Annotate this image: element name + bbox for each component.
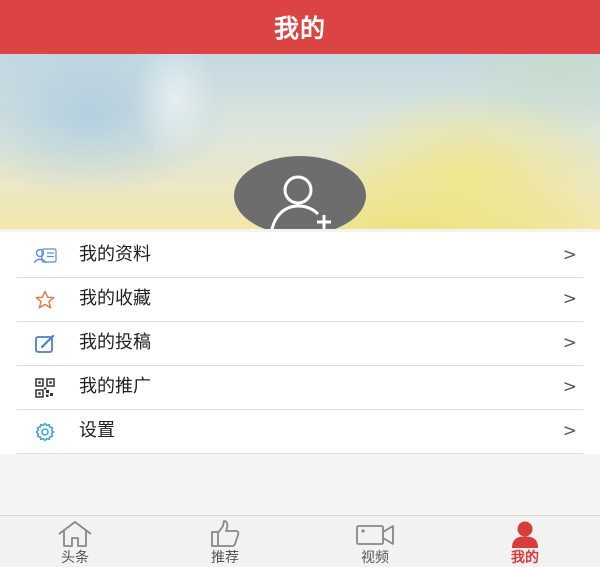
menu-item-settings[interactable]: 设置 > <box>17 410 583 454</box>
profile-card-icon <box>33 248 57 264</box>
menu-list: 我的资料 > 我的收藏 > 我的投稿 > 我的推广 > 设置 > <box>0 232 600 454</box>
bottom-tab-bar: 头条 推荐 视频 我的 <box>0 515 600 566</box>
avatar[interactable] <box>234 156 366 229</box>
edit-icon <box>35 334 55 353</box>
chevron-right-icon: > <box>562 245 577 265</box>
profile-banner <box>0 54 600 229</box>
qr-code-icon <box>35 378 55 398</box>
menu-item-profile[interactable]: 我的资料 > <box>17 234 583 278</box>
menu-item-label: 设置 <box>79 420 115 441</box>
page-title: 我的 <box>273 14 326 43</box>
header-bar: 我的 <box>0 0 600 54</box>
menu-item-favorites[interactable]: 我的收藏 > <box>17 278 583 322</box>
menu-item-submissions[interactable]: 我的投稿 > <box>17 322 583 366</box>
menu-item-label: 我的推广 <box>79 376 151 397</box>
tab-label: 推荐 <box>211 550 239 566</box>
menu-item-label: 我的投稿 <box>79 332 151 353</box>
gear-icon <box>35 422 55 442</box>
tab-recommend[interactable]: 推荐 <box>150 516 300 567</box>
chevron-right-icon: > <box>562 421 577 441</box>
tab-label: 我的 <box>511 550 539 566</box>
menu-item-promotion[interactable]: 我的推广 > <box>17 366 583 410</box>
user-icon <box>512 521 538 548</box>
tab-video[interactable]: 视频 <box>300 516 450 567</box>
tab-label: 头条 <box>61 550 89 566</box>
menu-item-label: 我的收藏 <box>79 288 151 309</box>
thumbs-up-icon <box>211 520 240 547</box>
menu-item-label: 我的资料 <box>79 244 151 265</box>
add-user-icon <box>270 175 331 229</box>
star-icon <box>35 290 55 309</box>
chevron-right-icon: > <box>562 377 577 397</box>
tab-label: 视频 <box>361 550 389 566</box>
chevron-right-icon: > <box>562 333 577 353</box>
chevron-right-icon: > <box>562 289 577 309</box>
home-icon <box>58 521 92 547</box>
tab-headlines[interactable]: 头条 <box>0 516 150 567</box>
video-camera-icon <box>356 525 394 545</box>
tab-mine[interactable]: 我的 <box>450 516 600 567</box>
